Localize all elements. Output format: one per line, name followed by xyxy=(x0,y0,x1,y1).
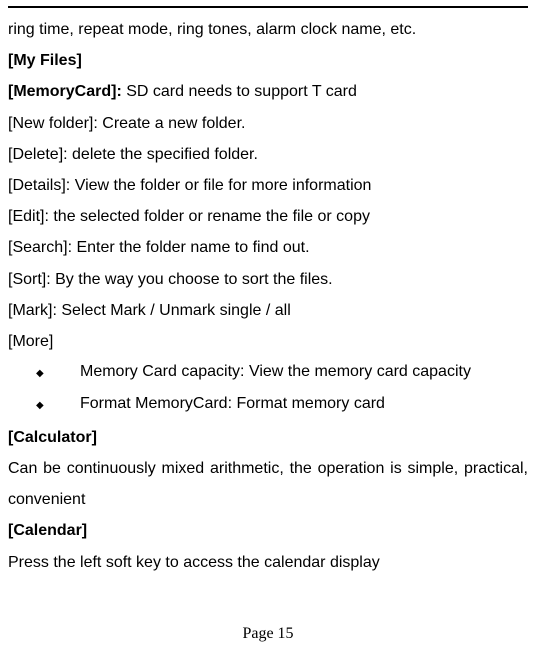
more-sublist: Memory Card capacity: View the memory ca… xyxy=(8,357,528,420)
horizontal-rule xyxy=(8,6,528,8)
more-line: [More] xyxy=(8,326,528,357)
intro-continued: ring time, repeat mode, ring tones, alar… xyxy=(8,14,528,45)
bullet-format: Format MemoryCard: Format memory card xyxy=(36,389,528,419)
bullet-capacity: Memory Card capacity: View the memory ca… xyxy=(36,357,528,387)
mark-line: [Mark]: Select Mark / Unmark single / al… xyxy=(8,295,528,326)
page-number: Page 15 xyxy=(0,625,536,643)
calendar-header: [Calendar] xyxy=(8,515,528,546)
details-line: [Details]: View the folder or file for m… xyxy=(8,170,528,201)
calculator-body: Can be continuously mixed arithmetic, th… xyxy=(8,453,528,515)
calendar-body: Press the left soft key to access the ca… xyxy=(8,547,528,578)
search-line: [Search]: Enter the folder name to find … xyxy=(8,232,528,263)
calculator-header: [Calculator] xyxy=(8,422,528,453)
delete-line: [Delete]: delete the specified folder. xyxy=(8,139,528,170)
new-folder-line: [New folder]: Create a new folder. xyxy=(8,108,528,139)
my-files-header: [My Files] xyxy=(8,45,528,76)
memory-card-line: [MemoryCard]: SD card needs to support T… xyxy=(8,76,528,107)
sort-line: [Sort]: By the way you choose to sort th… xyxy=(8,264,528,295)
edit-line: [Edit]: the selected folder or rename th… xyxy=(8,201,528,232)
